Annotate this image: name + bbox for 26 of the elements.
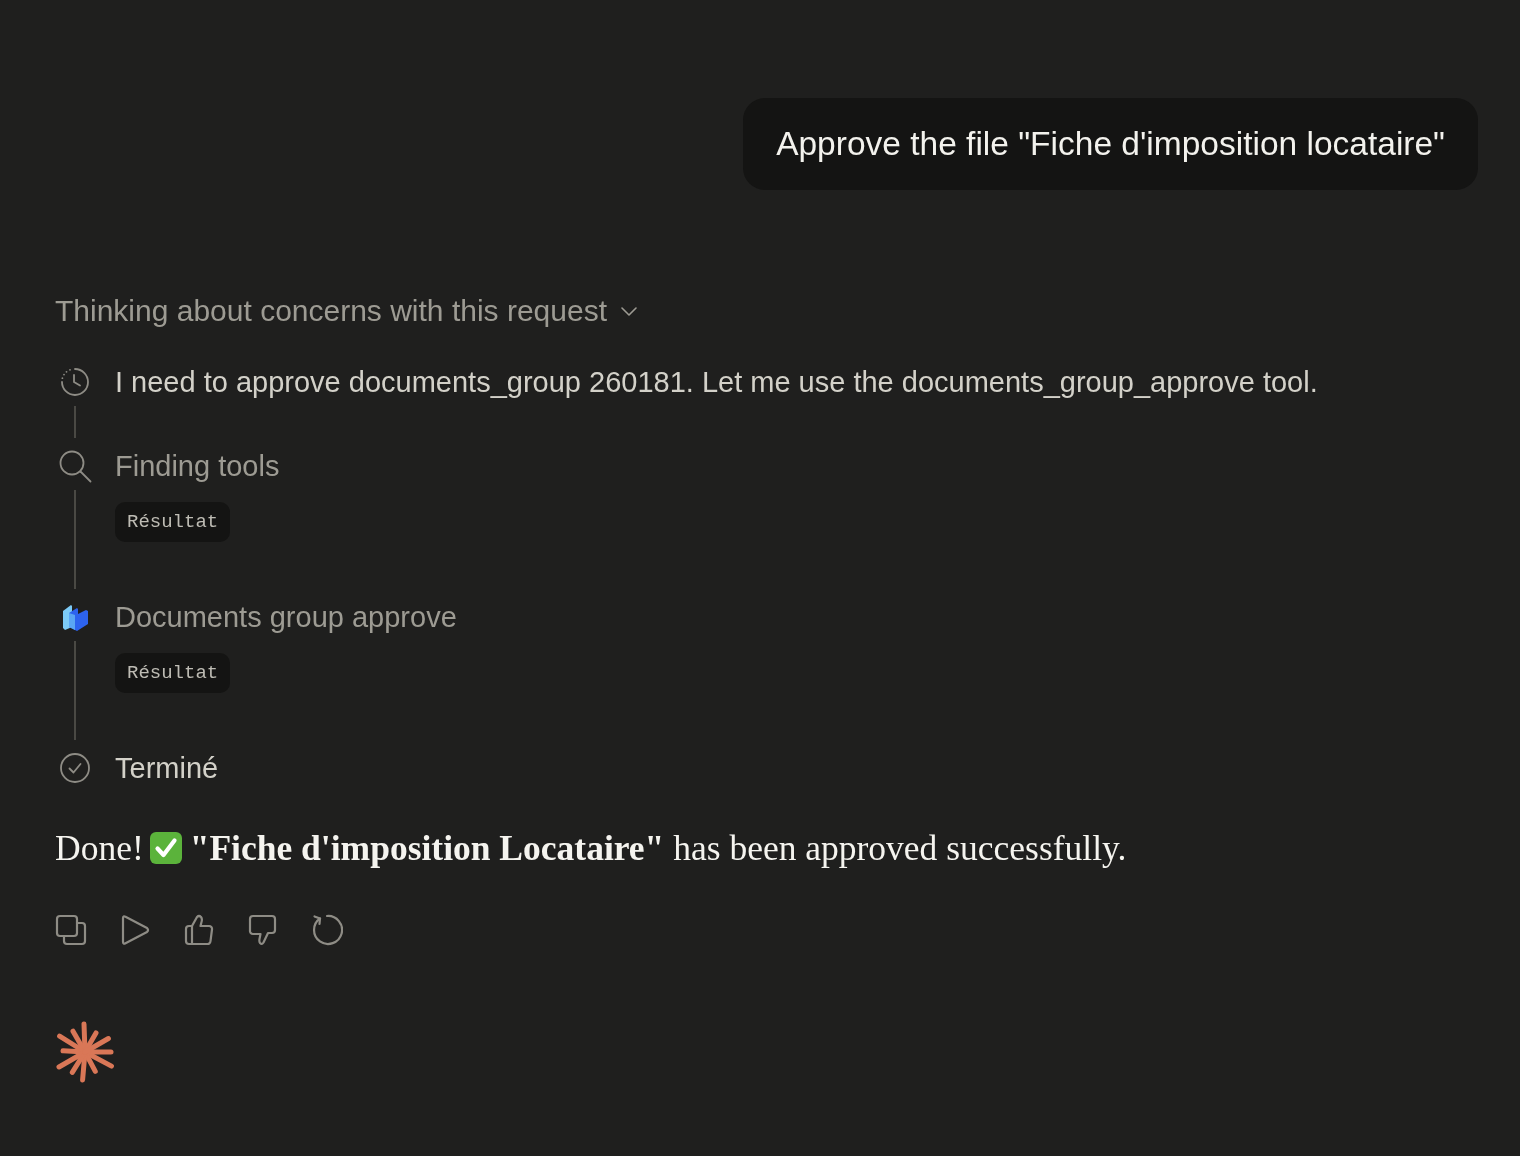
clock-icon (59, 366, 91, 398)
response-text: "Fiche d'imposition Locataire" has been approved successfully. (189, 827, 1127, 870)
thumbs-down-button[interactable] (247, 914, 279, 946)
check-circle-icon (59, 752, 91, 784)
result-button[interactable]: Résultat (115, 502, 231, 542)
check-mark-icon (149, 832, 182, 864)
response-text: Done! (55, 827, 144, 870)
play-button[interactable] (119, 914, 151, 946)
thumbs-up-button[interactable] (183, 914, 215, 946)
copy-icon (55, 914, 87, 946)
user-message: Approve the file "Fiche d'imposition locataire" (743, 98, 1478, 190)
chevron-down-icon (620, 306, 637, 316)
step-title: I need to approve documents_group 260181. Let me use the documents_group_approve tool. (115, 365, 1318, 400)
play-icon (120, 914, 150, 946)
cube-icon (60, 602, 90, 632)
step-title: Terminé (115, 751, 219, 786)
thinking-toggle[interactable]: Thinking about concerns with this request (55, 291, 637, 331)
thumbs-up-icon (184, 914, 214, 946)
step-title: Finding tools (115, 449, 280, 484)
step-title: Documents group approve (115, 600, 457, 635)
retry-icon (311, 914, 343, 946)
copy-button[interactable] (55, 914, 87, 946)
retry-button[interactable] (311, 914, 343, 946)
result-button[interactable]: Résultat (115, 653, 231, 693)
thumbs-down-icon (248, 914, 278, 946)
search-icon (58, 449, 92, 483)
